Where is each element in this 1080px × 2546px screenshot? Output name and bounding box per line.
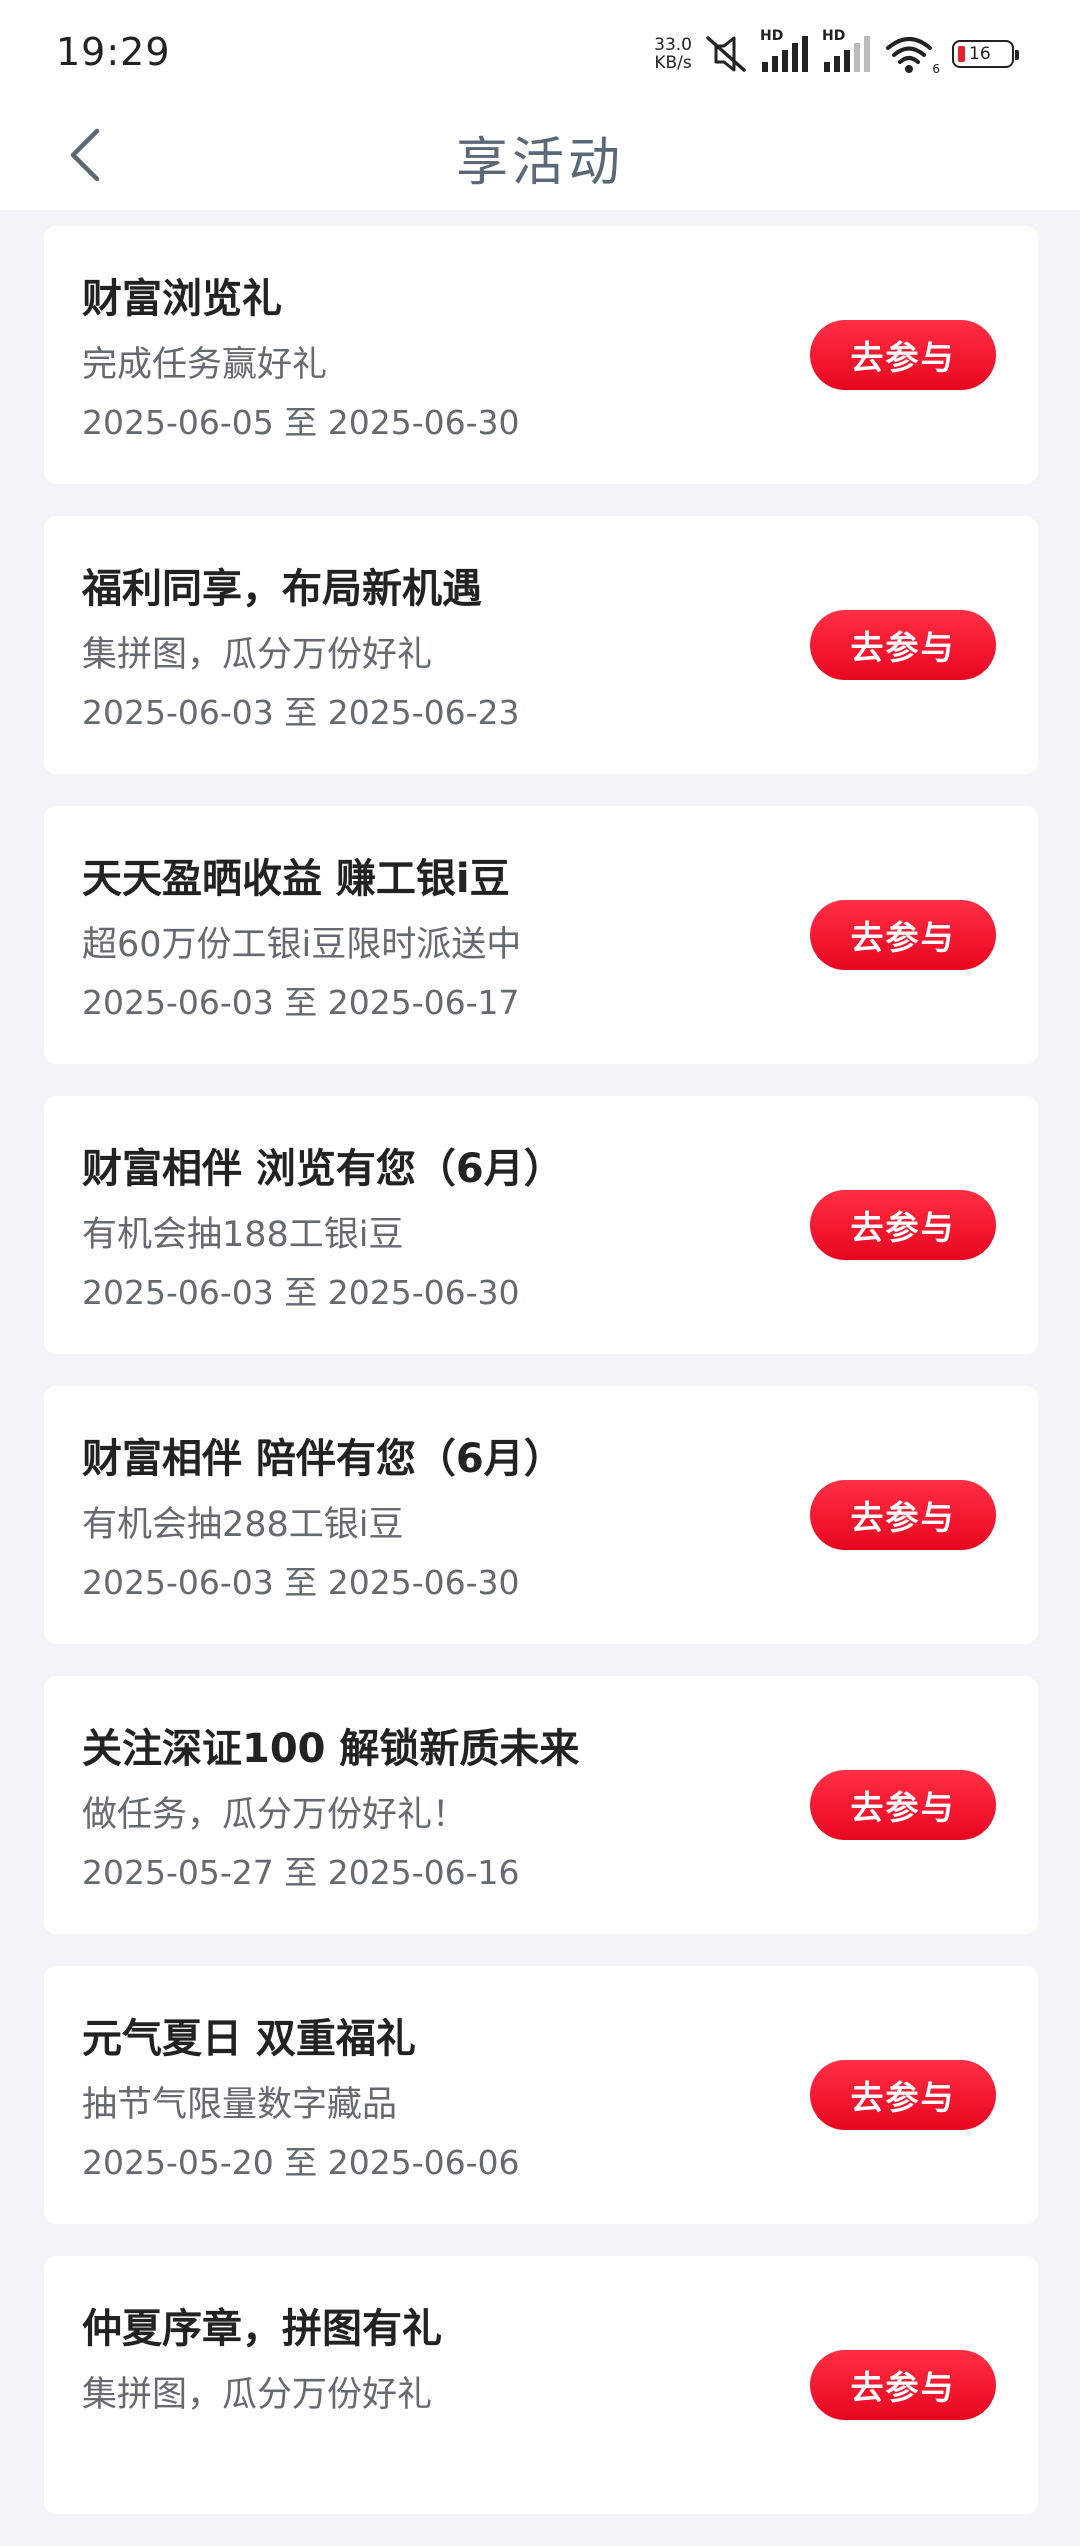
- activity-date: 2025-06-03 至 2025-06-17: [82, 983, 520, 1022]
- activity-subtitle: 超60万份工银i豆限时派送中: [82, 925, 522, 965]
- signal-icon: HD: [760, 28, 810, 74]
- join-button[interactable]: 去参与: [810, 1480, 996, 1550]
- join-button[interactable]: 去参与: [810, 2350, 996, 2420]
- activity-subtitle: 抽节气限量数字藏品: [82, 2085, 398, 2125]
- top-bar: 19:29 33.0 KB/s HD HD 6 16 享活动: [0, 0, 1080, 210]
- activity-subtitle: 做任务，瓜分万份好礼！: [82, 1795, 468, 1835]
- activity-card[interactable]: 财富相伴 浏览有您（6月） 有机会抽188工银i豆 2025-06-03 至 2…: [44, 1096, 1038, 1354]
- activity-card[interactable]: 仲夏序章，拼图有礼 集拼图，瓜分万份好礼 去参与: [44, 2256, 1038, 2514]
- page-title: 享活动: [455, 133, 624, 193]
- status-icons: 33.0 KB/s HD HD 6 16: [654, 28, 1019, 76]
- activity-subtitle: 集拼图，瓜分万份好礼: [82, 2375, 433, 2415]
- activity-subtitle: 完成任务赢好礼: [82, 345, 328, 385]
- net-speed-unit: KB/s: [654, 53, 692, 73]
- signal-icon: HD: [822, 28, 872, 74]
- activity-title: 福利同享，布局新机遇: [82, 566, 482, 612]
- activity-date: 2025-06-05 至 2025-06-30: [82, 403, 520, 442]
- signal-hd-label: HD: [760, 28, 784, 44]
- mute-icon: [704, 34, 748, 74]
- activity-subtitle: 集拼图，瓜分万份好礼: [82, 635, 433, 675]
- activity-subtitle: 有机会抽188工银i豆: [82, 1215, 404, 1255]
- activity-date: 2025-06-03 至 2025-06-30: [82, 1563, 520, 1602]
- battery-level: 16: [969, 44, 991, 64]
- activity-subtitle: 有机会抽288工银i豆: [82, 1505, 404, 1545]
- activity-date: 2025-06-03 至 2025-06-23: [82, 693, 520, 732]
- wifi-label: 6: [932, 62, 940, 76]
- activity-card[interactable]: 财富浏览礼 完成任务赢好礼 2025-06-05 至 2025-06-30 去参…: [44, 226, 1038, 484]
- activity-card[interactable]: 天天盈晒收益 赚工银i豆 超60万份工银i豆限时派送中 2025-06-03 至…: [44, 806, 1038, 1064]
- activity-card[interactable]: 元气夏日 双重福礼 抽节气限量数字藏品 2025-05-20 至 2025-06…: [44, 1966, 1038, 2224]
- activity-date: 2025-05-27 至 2025-06-16: [82, 1853, 520, 1892]
- status-time: 19:29: [56, 30, 171, 74]
- join-button[interactable]: 去参与: [810, 900, 996, 970]
- join-button[interactable]: 去参与: [810, 1190, 996, 1260]
- join-button[interactable]: 去参与: [810, 320, 996, 390]
- activity-title: 财富浏览礼: [82, 276, 282, 322]
- activity-title: 仲夏序章，拼图有礼: [82, 2306, 442, 2352]
- signal-hd-label: HD: [822, 28, 846, 44]
- join-button[interactable]: 去参与: [810, 1770, 996, 1840]
- activity-title: 元气夏日 双重福礼: [82, 2016, 416, 2062]
- activity-date: 2025-05-20 至 2025-06-06: [82, 2143, 520, 2182]
- battery-fill: [958, 46, 965, 62]
- activity-list: 财富浏览礼 完成任务赢好礼 2025-06-05 至 2025-06-30 去参…: [44, 226, 1038, 2546]
- status-bar: 19:29 33.0 KB/s HD HD 6 16: [0, 0, 1080, 110]
- activity-card[interactable]: 福利同享，布局新机遇 集拼图，瓜分万份好礼 2025-06-03 至 2025-…: [44, 516, 1038, 774]
- activity-date: 2025-06-03 至 2025-06-30: [82, 1273, 520, 1312]
- activity-title: 财富相伴 浏览有您（6月）: [82, 1146, 564, 1192]
- join-button[interactable]: 去参与: [810, 2060, 996, 2130]
- activity-card[interactable]: 关注深证100 解锁新质未来 做任务，瓜分万份好礼！ 2025-05-27 至 …: [44, 1676, 1038, 1934]
- activity-title: 财富相伴 陪伴有您（6月）: [82, 1436, 564, 1482]
- join-button[interactable]: 去参与: [810, 610, 996, 680]
- activity-card[interactable]: 财富相伴 陪伴有您（6月） 有机会抽288工银i豆 2025-06-03 至 2…: [44, 1386, 1038, 1644]
- battery-icon: 16: [952, 40, 1019, 68]
- nav-header: 享活动: [0, 110, 1080, 210]
- net-speed-value: 33.0: [654, 35, 692, 55]
- net-speed: 33.0 KB/s: [654, 36, 692, 72]
- wifi-icon: 6: [884, 34, 940, 76]
- activity-title: 关注深证100 解锁新质未来: [82, 1726, 580, 1772]
- activity-title: 天天盈晒收益 赚工银i豆: [82, 856, 510, 902]
